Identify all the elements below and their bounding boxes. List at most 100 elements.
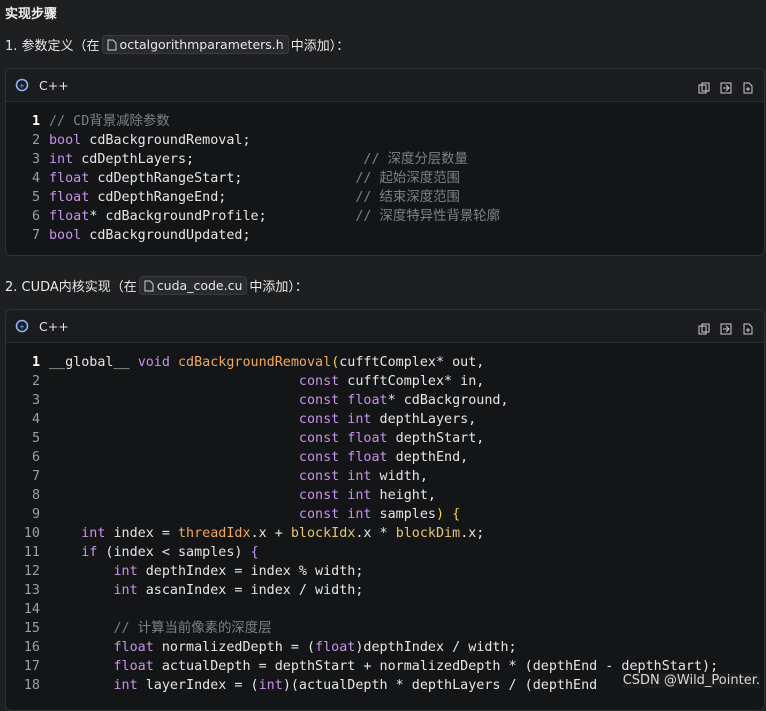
copy-icon[interactable]: [698, 79, 710, 94]
line-number: 5: [31, 431, 40, 446]
insert-icon[interactable]: [720, 79, 732, 94]
code-token: // 起始深度范围: [355, 171, 460, 186]
code-token: (: [331, 355, 340, 370]
code-token: depthLayers,: [371, 412, 477, 427]
code-line: 2 bool cdBackgroundRemoval;: [6, 131, 764, 150]
cpp-language-icon: +: [15, 319, 29, 333]
copy-icon[interactable]: [698, 320, 710, 335]
line-number: 5: [31, 190, 40, 205]
line-number: 3: [31, 393, 40, 408]
code-token: )(actualDepth * depthLayers / (depthEnd: [282, 678, 598, 693]
code-token: depthIndex = index % width;: [137, 564, 364, 579]
code-token: float: [315, 640, 356, 655]
code-line: 6 float * cdBackgroundProfile; // 深度特异性背景轮…: [6, 207, 764, 226]
line-number: 2: [31, 374, 40, 389]
file-icon: [144, 280, 154, 291]
code-token: .x;: [460, 526, 485, 541]
code-token: {: [250, 545, 259, 560]
code-token: layerIndex = (: [137, 678, 259, 693]
code-token: void: [137, 355, 170, 370]
code-line: 2 const cufftComplex* in,: [6, 372, 764, 391]
line-number: 4: [31, 171, 40, 186]
code-token: if: [81, 545, 98, 560]
code-line: 9 const int samples) {: [6, 505, 764, 524]
code-token: // 深度特异性背景轮廓: [355, 209, 501, 224]
step-1-text: 1. 参数定义（在 octalgorithmparameters.h 中添加）：: [5, 35, 349, 54]
code-token: depthEnd,: [387, 450, 469, 465]
step-2-text: 2. CUDA内核实现（在 cuda_code.cu 中添加）：: [5, 276, 308, 295]
code-line: 1 __global__ void cdBackgroundRemoval(cuf…: [6, 353, 764, 372]
code-token: const: [298, 431, 340, 446]
svg-text:+: +: [19, 323, 25, 331]
code-line: 12 int depthIndex = index % width;: [6, 562, 764, 581]
section-heading: 实现步骤: [5, 7, 58, 22]
code-token: {: [452, 507, 461, 522]
new-file-icon[interactable]: [742, 320, 754, 335]
code-token: const: [298, 412, 340, 427]
code-token: cdDepthLayers;: [73, 152, 364, 167]
code-token: // CD背景减除参数: [49, 114, 170, 129]
code-token: * cdBackgroundProfile;: [89, 209, 356, 224]
code-line: 8 const int height,: [6, 486, 764, 505]
code-block-2: + C++ 1 __global__ void cdBackgroundRemov…: [5, 309, 765, 711]
new-file-icon[interactable]: [742, 79, 754, 94]
code-block-1: + C++ 1 // CD背景减除参数 2 bool cdBackgroundRemo…: [5, 68, 765, 256]
insert-icon[interactable]: [720, 320, 732, 335]
code-token: int: [81, 526, 106, 541]
code-token: const: [298, 450, 340, 465]
code-token: .x *: [355, 526, 396, 541]
language-label: C++: [39, 318, 69, 334]
code-token: * cdBackground,: [387, 393, 509, 408]
code-token: cufftComplex* in,: [339, 374, 485, 389]
code-token: // 计算当前像素的深度层: [113, 621, 272, 636]
code-token: cdDepthRangeStart;: [89, 171, 356, 186]
code-token: threadIdx: [178, 526, 251, 541]
line-number: 18: [23, 678, 40, 693]
file-icon: [107, 39, 117, 50]
code-token: ascanIndex = index / width;: [137, 583, 364, 598]
line-number: 7: [31, 469, 40, 484]
file-name: octalgorithmparameters.h: [119, 37, 284, 52]
file-chip-source[interactable]: cuda_code.cu: [138, 276, 248, 295]
code-token: float: [347, 431, 388, 446]
svg-text:+: +: [19, 82, 25, 90]
code-line: 11 if (index < samples) {: [6, 543, 764, 562]
watermark: CSDN @Wild_Pointer.: [622, 673, 760, 688]
code-line: 1 // CD背景减除参数: [6, 112, 764, 131]
code-token: float: [113, 640, 154, 655]
line-number: 3: [31, 152, 40, 167]
line-number: 15: [23, 621, 40, 636]
line-number: 11: [23, 545, 40, 560]
code-token: const: [298, 507, 340, 522]
code-token: normalizedDepth = (: [153, 640, 316, 655]
code-token: const: [298, 393, 340, 408]
code-lines: 1 // CD背景减除参数 2 bool cdBackgroundRemoval; 3 i…: [6, 102, 764, 245]
file-chip-header[interactable]: octalgorithmparameters.h: [101, 35, 289, 54]
code-line: 13 int ascanIndex = index / width;: [6, 581, 764, 600]
line-number: 14: [23, 602, 40, 617]
line-number: 9: [31, 507, 40, 522]
code-token: )depthIndex / width;: [355, 640, 517, 655]
code-line: 3 int cdDepthLayers; // 深度分层数量: [6, 150, 764, 169]
line-number: 6: [31, 450, 40, 465]
code-token: const: [298, 469, 340, 484]
code-token: blockDim: [395, 526, 461, 541]
code-token: cdBackgroundUpdated;: [81, 228, 251, 243]
code-line: 7 bool cdBackgroundUpdated;: [6, 226, 764, 245]
line-number: 17: [23, 659, 40, 674]
code-token: bool: [49, 228, 82, 243]
